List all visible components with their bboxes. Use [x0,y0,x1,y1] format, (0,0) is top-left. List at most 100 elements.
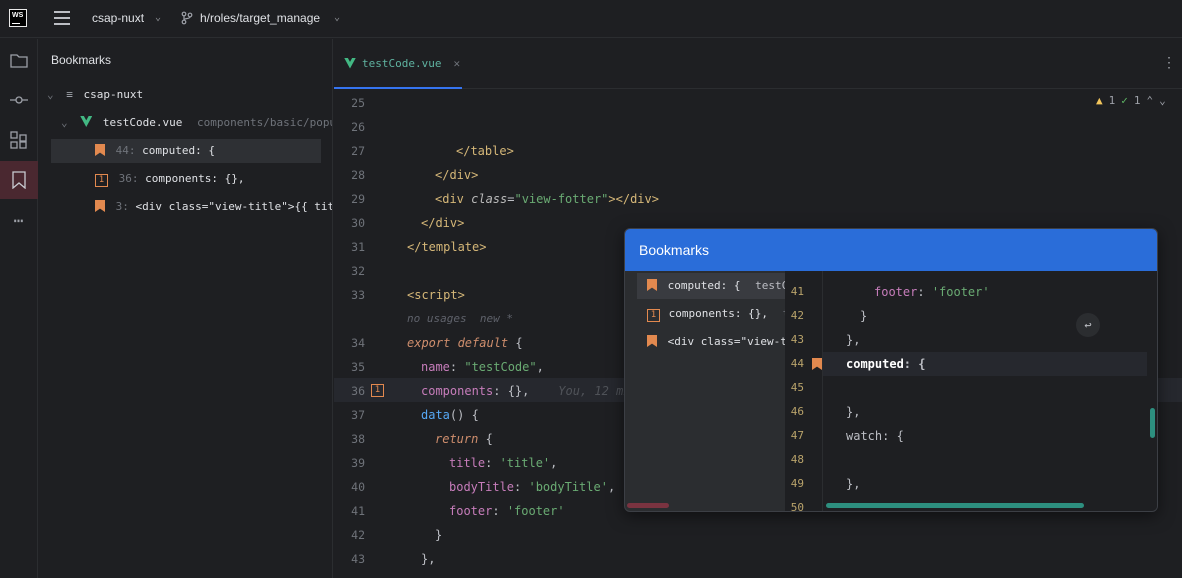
vertical-scrollbar[interactable] [1150,408,1155,438]
line-number: 44 [790,357,804,370]
code-line[interactable]: export default { [407,331,523,355]
line-number: 41 [351,504,365,518]
tab-label: testCode.vue [362,56,442,70]
popup-list-item[interactable]: <div class="view-tit [637,329,785,355]
popup-list-item[interactable]: 1 components: {}, tes [637,301,785,327]
tool-window-bar: ⋯ [0,39,38,578]
code-line: } [860,309,868,323]
bookmarks-icon[interactable] [0,161,38,199]
line-number: 41 [790,285,804,298]
code-line[interactable]: bodyTitle: 'bodyTitle', [449,475,615,499]
line-number: 36 [351,384,365,398]
close-icon[interactable]: ✕ [453,57,460,70]
code-line[interactable]: name: "testCode", [421,355,544,379]
chevron-down-icon[interactable]: ⌄ [334,12,340,23]
popup-header: Bookmarks [625,229,1157,271]
code-line[interactable]: <div class="view-fotter"></div> [435,187,659,211]
line-number: 38 [351,432,365,446]
line-number: 42 [351,528,365,542]
line-number: 31 [351,240,365,254]
bookmark-item[interactable]: 3: <div class="view-title">{{ title } [39,195,332,219]
inspection-widget[interactable]: ▲ 1 ✓ 1 ⌃ ⌄ [1096,94,1166,107]
bookmarks-popup: Bookmarks computed: { testCode 1 compone… [624,228,1158,512]
soft-wrap-icon[interactable]: ↩ [1076,313,1100,337]
chevron-down-icon[interactable]: ⌄ [155,12,161,23]
code-line: }, [846,405,861,419]
code-line[interactable]: </template> [407,235,486,259]
bookmark-line: 44: [115,144,136,157]
line-number: 46 [790,405,804,418]
line-number: 26 [351,120,365,134]
item-text: computed: { [667,279,741,292]
file-name: testCode.vue [102,116,183,129]
chevron-down-icon[interactable]: ⌄ [61,116,68,129]
webstorm-logo[interactable]: WS [9,9,27,27]
code-line[interactable]: title: 'title', [449,451,557,475]
chevron-up-icon[interactable]: ⌃ [1147,94,1154,107]
bookmark-icon [647,279,657,291]
bookmark-line: 36: [118,172,139,185]
mnemonic-bookmark-icon[interactable]: 1 [371,384,384,397]
warning-icon: ▲ [1096,94,1103,107]
bookmark-item[interactable]: 44: computed: { [51,139,321,163]
line-number: 48 [790,453,804,466]
code-line[interactable]: </table> [456,139,514,163]
code-line[interactable]: components: {}, You, 12 min [421,379,638,403]
line-number: 33 [351,288,365,302]
code-line[interactable]: }, [421,547,435,571]
more-vertical-icon[interactable]: ⋮ [1162,55,1176,71]
code-line[interactable]: <script> [407,283,465,307]
bookmark-icon [95,144,105,156]
popup-list-item[interactable]: computed: { testCode [637,273,785,299]
ok-count: 1 [1133,94,1141,107]
line-number: 34 [351,336,365,350]
code-line: computed: { [846,357,926,371]
chevron-down-icon[interactable]: ⌄ [1159,94,1166,107]
bookmark-icon [812,358,822,370]
horizontal-scrollbar[interactable] [627,503,669,508]
panel-title: Bookmarks [51,53,112,67]
mnemonic-bookmark-icon: 1 [647,309,660,322]
code-line[interactable]: } [435,523,442,547]
editor-tab-bar: testCode.vue ✕ ⋮ [334,39,1182,89]
branch-name[interactable]: h/roles/target_manage [200,11,320,25]
mnemonic-bookmark-icon: 1 [95,174,108,187]
line-number: 49 [790,477,804,490]
bookmark-icon [647,335,657,347]
popup-bookmark-list: computed: { testCode 1 components: {}, t… [625,271,785,511]
logo-text: WS [12,12,24,19]
item-file: testCode [755,279,785,292]
line-number: 39 [351,456,365,470]
code-line[interactable]: </div> [435,163,478,187]
line-number: 29 [351,192,365,206]
tab-testcode-vue[interactable]: testCode.vue ✕ [334,39,462,89]
warning-count: 1 [1108,94,1116,107]
commit-icon[interactable] [0,81,38,119]
more-icon[interactable]: ⋯ [0,201,38,239]
gutter-divider [822,271,823,511]
main-menu-icon[interactable] [54,11,70,25]
bookmark-item[interactable]: 1 36: components: {}, [39,167,332,191]
project-name[interactable]: csap-nuxt [92,11,144,25]
tree-file[interactable]: ⌄ testCode.vue components/basic/popup [39,111,332,135]
code-line[interactable]: return { [435,427,493,451]
horizontal-scrollbar[interactable] [826,503,1084,508]
line-number: 43 [351,552,365,566]
chevron-down-icon[interactable]: ⌄ [47,88,54,101]
code-line[interactable]: data() { [421,403,479,427]
tree-root[interactable]: ⌄ ≡ csap-nuxt [39,83,332,107]
git-branch-icon[interactable] [180,11,194,25]
list-icon: ≡ [66,88,73,101]
bookmark-line: 3: [115,200,129,213]
line-number: 43 [790,333,804,346]
folder-icon[interactable] [0,41,38,79]
line-number: 50 [790,501,804,512]
line-number: 37 [351,408,365,422]
code-line: }, [846,477,861,491]
code-line[interactable]: footer: 'footer' [449,499,565,523]
vue-file-icon [80,116,93,127]
bookmarks-tool-window: Bookmarks ⌄ ≡ csap-nuxt ⌄ testCode.vue c… [39,39,333,578]
code-line[interactable]: </div> [421,211,464,235]
item-text: components: {}, [668,307,768,320]
structure-icon[interactable] [0,121,38,159]
